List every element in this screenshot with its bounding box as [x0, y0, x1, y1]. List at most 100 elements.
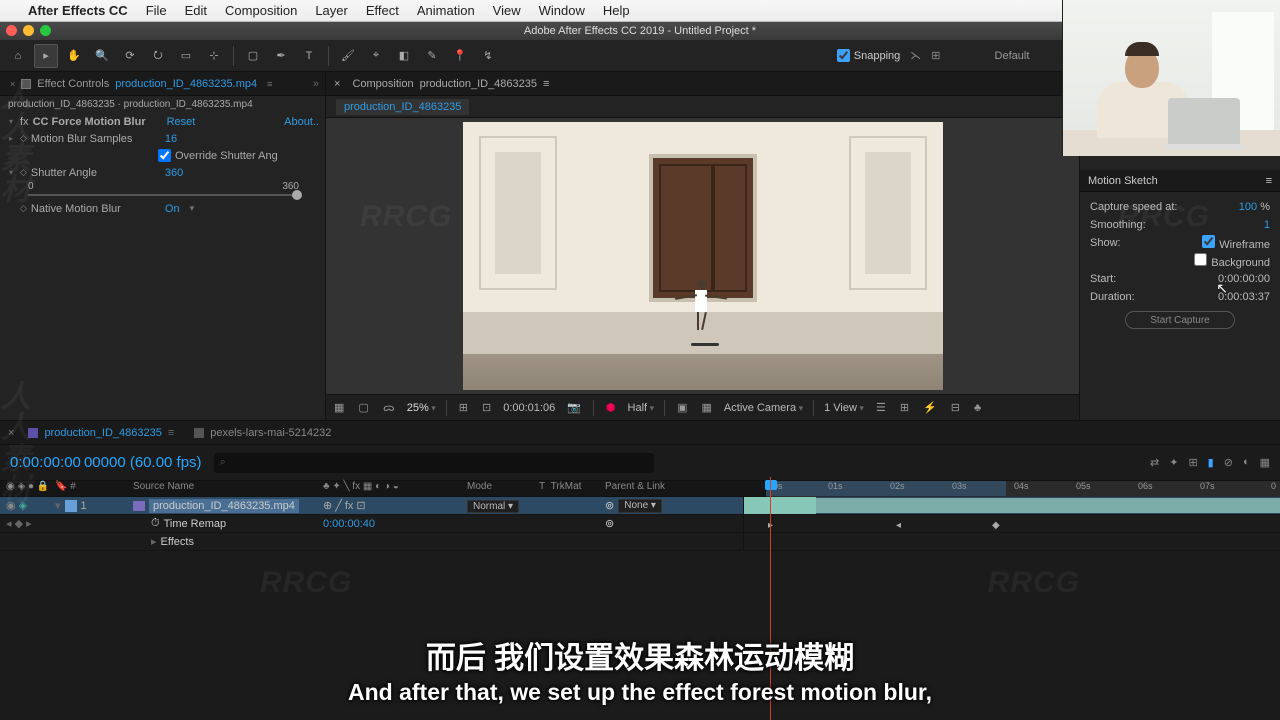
viewer-timecode[interactable]: 0:00:01:06: [503, 402, 555, 414]
override-checkbox[interactable]: [158, 149, 171, 162]
samples-value[interactable]: 16: [165, 133, 177, 145]
time-remap-row[interactable]: ◂ ◆ ▸ ⏱ Time Remap 0:00:00:40 ⊚ ▸ ◂ ◆: [0, 515, 1280, 533]
pickwhip-icon[interactable]: ⊚: [605, 499, 614, 512]
background-checkbox[interactable]: [1194, 253, 1207, 266]
motion-sketch-header[interactable]: Motion Sketch≡: [1080, 170, 1280, 192]
close-button[interactable]: [6, 25, 17, 36]
menu-window[interactable]: Window: [539, 3, 585, 18]
transparency-icon[interactable]: ▦: [700, 401, 714, 414]
region-icon[interactable]: ▣: [675, 401, 689, 414]
3d-icon[interactable]: ᯅ: [381, 400, 397, 415]
effect-header-row[interactable]: ▾fx CC Force Motion Blur Reset About..: [6, 113, 319, 130]
eraser-tool[interactable]: ◧: [392, 44, 416, 68]
clone-tool[interactable]: ⌖: [364, 44, 388, 68]
workspace-default[interactable]: Default: [995, 50, 1030, 62]
native-value[interactable]: On: [165, 203, 180, 215]
layer-row[interactable]: ◉◈ ▾1 production_ID_4863235.mp4 ⊕╱fx⊡ No…: [0, 497, 1280, 515]
pen-tool[interactable]: ✒: [269, 44, 293, 68]
tl-icon-shy[interactable]: ▮: [1208, 456, 1214, 469]
smoothing-value[interactable]: 1: [1264, 219, 1270, 231]
expose-icon[interactable]: ☰: [874, 401, 888, 414]
menu-layer[interactable]: Layer: [315, 3, 348, 18]
flowchart-tab[interactable]: production_ID_4863235: [336, 99, 469, 115]
parent-dropdown[interactable]: None ▾: [618, 499, 662, 513]
composition-tab[interactable]: × Composition production_ID_4863235 ≡: [326, 72, 1079, 96]
tl-icon-2[interactable]: ✦: [1169, 456, 1178, 469]
panel-menu-icon[interactable]: ≡: [1266, 175, 1272, 187]
mode-dropdown[interactable]: Normal ▾: [467, 500, 519, 513]
capture-speed-value[interactable]: 100: [1239, 201, 1257, 213]
layer-search[interactable]: ⌕: [214, 453, 654, 473]
resolution-dropdown[interactable]: Half: [628, 402, 655, 414]
prop-override[interactable]: Override Shutter Ang: [6, 147, 319, 164]
app-name[interactable]: After Effects CC: [28, 3, 128, 18]
tl-icon-1[interactable]: ⇄: [1150, 456, 1159, 469]
grid-icon[interactable]: ▦: [332, 401, 346, 414]
maximize-button[interactable]: [40, 25, 51, 36]
time-remap-value[interactable]: 0:00:00:40: [323, 518, 375, 530]
camera-tool[interactable]: ▭: [174, 44, 198, 68]
tl-icon-blur[interactable]: ◐: [1243, 456, 1250, 469]
tab-close-icon[interactable]: ×: [334, 78, 340, 90]
snap-opt-icon[interactable]: ⋋: [910, 49, 921, 62]
prop-native-blur[interactable]: ◇ Native Motion Blur On ▾: [6, 200, 319, 217]
selection-tool[interactable]: ▸: [34, 44, 58, 68]
minimize-button[interactable]: [23, 25, 34, 36]
about-link[interactable]: About..: [284, 116, 319, 128]
tl-icon-3[interactable]: ⊞: [1188, 456, 1197, 469]
pixel-icon[interactable]: ⊞: [898, 401, 911, 414]
effects-group-row[interactable]: ▸ Effects: [0, 533, 1280, 551]
menu-effect[interactable]: Effect: [366, 3, 399, 18]
local-axis-tool[interactable]: ↯: [476, 44, 500, 68]
menu-composition[interactable]: Composition: [225, 3, 297, 18]
orbit-tool[interactable]: ⟳: [118, 44, 142, 68]
tl-icon-link[interactable]: ⊘: [1224, 456, 1233, 469]
res-icon[interactable]: ⊞: [457, 401, 470, 414]
mask-icon[interactable]: ▢: [356, 401, 370, 414]
safe-icon[interactable]: ⊡: [480, 401, 493, 414]
snapshot-icon[interactable]: 📷: [565, 401, 583, 414]
rotate-tool[interactable]: ⭮: [146, 44, 170, 68]
zoom-dropdown[interactable]: 25%: [407, 402, 436, 414]
menu-animation[interactable]: Animation: [417, 3, 475, 18]
timeline-tab-inactive[interactable]: pexels-lars-mai-5214232: [188, 427, 337, 439]
viewer[interactable]: [326, 118, 1079, 394]
menu-view[interactable]: View: [493, 3, 521, 18]
home-tool[interactable]: ⌂: [6, 44, 30, 68]
tab-close-icon[interactable]: ×: [8, 427, 14, 439]
timeline-icon[interactable]: ⊟: [949, 401, 962, 414]
pickwhip-icon[interactable]: ⊚: [605, 517, 614, 530]
prop-shutter-angle[interactable]: ▾◇ Shutter Angle 360: [6, 164, 319, 181]
anchor-tool[interactable]: ⊹: [202, 44, 226, 68]
panel-menu-icon[interactable]: »: [313, 78, 319, 90]
hand-tool[interactable]: ✋: [62, 44, 86, 68]
roto-tool[interactable]: ✎: [420, 44, 444, 68]
stopwatch-icon[interactable]: ⏱: [151, 517, 160, 530]
prop-motion-blur-samples[interactable]: ▸◇ Motion Blur Samples 16: [6, 130, 319, 147]
menu-help[interactable]: Help: [603, 3, 630, 18]
menu-file[interactable]: File: [146, 3, 167, 18]
zoom-tool[interactable]: 🔍: [90, 44, 114, 68]
effect-controls-tab[interactable]: × Effect Controls production_ID_4863235.…: [0, 72, 325, 96]
reset-link[interactable]: Reset: [167, 116, 196, 128]
tab-close-icon[interactable]: ×: [10, 79, 15, 89]
tl-icon-graph[interactable]: ▦: [1260, 456, 1270, 469]
channel-icon[interactable]: ⬢: [604, 401, 618, 414]
wireframe-checkbox[interactable]: [1202, 235, 1215, 248]
menu-edit[interactable]: Edit: [185, 3, 207, 18]
slider-thumb[interactable]: [292, 190, 302, 200]
time-ruler[interactable]: 00s 01s 02s 03s 04s 05s 06s 07s 0: [765, 481, 1280, 497]
rect-tool[interactable]: ▢: [241, 44, 265, 68]
camera-dropdown[interactable]: Active Camera: [724, 402, 803, 414]
start-capture-button[interactable]: Start Capture: [1125, 311, 1235, 329]
shutter-value[interactable]: 360: [165, 167, 183, 179]
timeline-tab-active[interactable]: production_ID_4863235≡: [22, 427, 180, 439]
fast-icon[interactable]: ⚡: [921, 401, 939, 414]
flow-icon[interactable]: ♣: [972, 402, 983, 414]
text-tool[interactable]: T: [297, 44, 321, 68]
brush-tool[interactable]: 🖌: [336, 44, 360, 68]
snap-opt2-icon[interactable]: ⊞: [931, 49, 940, 62]
puppet-tool[interactable]: 📍: [448, 44, 472, 68]
snapping-checkbox[interactable]: Snapping: [837, 49, 901, 62]
shutter-slider[interactable]: [28, 194, 299, 196]
